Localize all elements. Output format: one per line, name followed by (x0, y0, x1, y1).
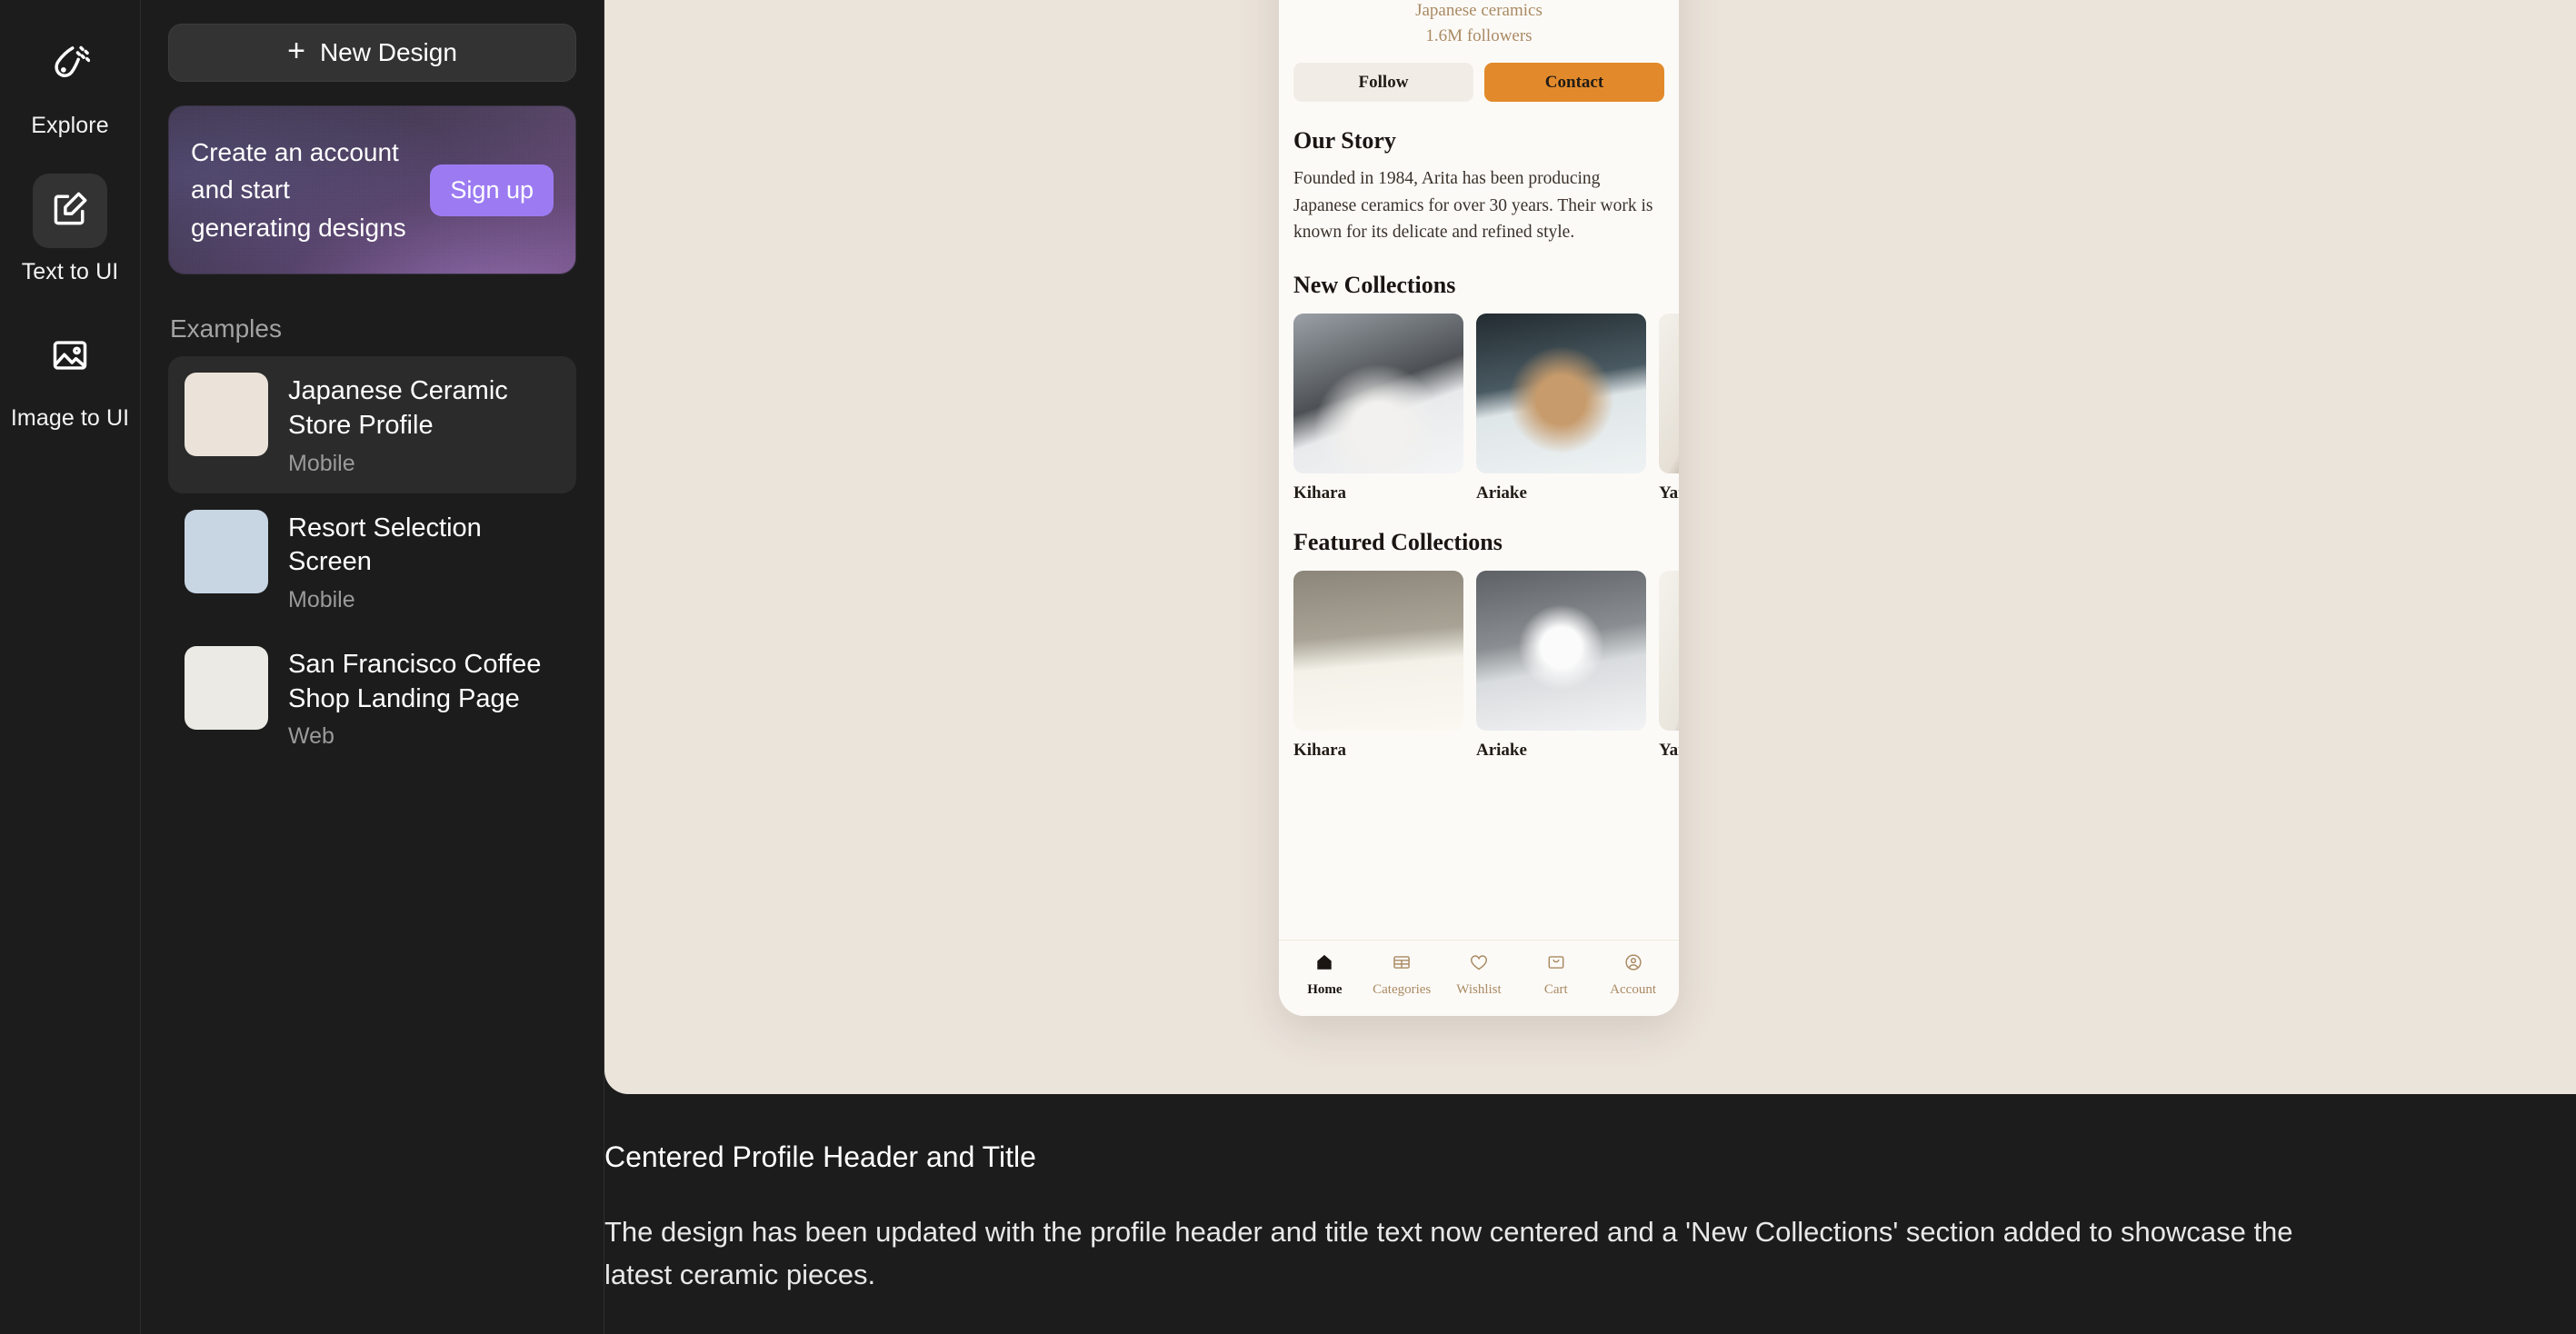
magic-wand-icon-box (33, 27, 107, 102)
example-thumbnail (185, 509, 268, 593)
user-circle-icon (1623, 952, 1643, 977)
nav-label-account: Account (1610, 982, 1656, 997)
rail-item-image-to-ui[interactable]: Image to UI (11, 320, 129, 432)
collection-image (1659, 570, 1679, 731)
example-platform: Mobile (288, 450, 355, 476)
main-area: Japanese ceramics 1.6M followers Follow … (604, 0, 2576, 1334)
collection-card[interactable]: Kihara (1293, 313, 1463, 503)
example-meta: Japanese Ceramic Store Profile Mobile (288, 373, 560, 476)
edit-square-icon (50, 189, 90, 234)
collection-card[interactable]: Yamanaka (1659, 313, 1679, 503)
new-design-button[interactable]: + New Design (168, 24, 576, 82)
magic-wand-icon (50, 43, 91, 87)
shopping-bag-icon (1546, 952, 1566, 977)
our-story-body: Founded in 1984, Arita has been producin… (1293, 169, 1653, 243)
example-thumbnail (185, 373, 268, 457)
mobile-preview-frame[interactable]: Japanese ceramics 1.6M followers Follow … (1279, 0, 1679, 1016)
rail-label-image-to-ui: Image to UI (10, 405, 130, 431)
example-title: San Francisco Coffee Shop Landing Page (288, 650, 542, 713)
home-icon (1314, 952, 1334, 977)
store-followers-count: 1.6M followers (1425, 25, 1533, 45)
featured-collections-heading: Featured Collections (1293, 528, 1503, 555)
caption-panel: Centered Profile Header and Title Aa Edi… (604, 1094, 2576, 1334)
new-collections-heading: New Collections (1293, 271, 1456, 298)
signup-promo-card[interactable]: Create an account and start generating d… (168, 105, 576, 275)
rail-item-explore[interactable]: Explore (20, 27, 120, 139)
caption-title: Centered Profile Header and Title (604, 1140, 1036, 1173)
contact-button[interactable]: Contact (1484, 63, 1664, 103)
examples-list: Japanese Ceramic Store Profile Mobile Re… (168, 356, 576, 766)
store-profile-actions: Follow Contact (1293, 63, 1664, 103)
design-canvas[interactable]: Japanese ceramics 1.6M followers Follow … (604, 0, 2576, 1094)
rail-label-text-to-ui: Text to UI (21, 259, 119, 284)
example-title: Japanese Ceramic Store Profile (288, 376, 508, 440)
collection-image (1476, 570, 1646, 731)
our-story-heading: Our Story (1293, 127, 1396, 154)
new-collections-row[interactable]: Kihara Ariake Yamanaka (1293, 313, 1679, 503)
featured-collections-row[interactable]: Kihara Ariake Yamanaka (1293, 570, 1679, 761)
rail-label-explore: Explore (31, 113, 109, 138)
collection-caption: Ariake (1476, 483, 1527, 503)
nav-label-cart: Cart (1543, 982, 1568, 997)
mobile-bottom-nav: Home Categories Wishlist Cart Account (1279, 940, 1679, 1016)
left-icon-rail: Explore Text to UI Image to UI (0, 0, 141, 1334)
nav-item-categories[interactable]: Categories (1363, 952, 1441, 998)
rail-item-text-to-ui[interactable]: Text to UI (20, 174, 120, 285)
follow-button[interactable]: Follow (1293, 63, 1473, 103)
example-platform: Web (288, 723, 334, 750)
collection-image (1659, 313, 1679, 473)
nav-item-home[interactable]: Home (1286, 952, 1363, 998)
collection-caption: Kihara (1293, 740, 1347, 760)
collection-caption: Ariake (1476, 740, 1527, 760)
grid-table-icon (1392, 952, 1412, 977)
new-design-label: New Design (319, 38, 457, 66)
examples-heading: Examples (170, 314, 282, 343)
collection-caption: Yamanaka (1659, 483, 1679, 503)
nav-label-wishlist: Wishlist (1456, 982, 1502, 997)
nav-item-cart[interactable]: Cart (1517, 952, 1594, 998)
example-item-san-francisco-coffee-shop-landing-page[interactable]: San Francisco Coffee Shop Landing Page W… (168, 630, 576, 766)
sign-up-button[interactable]: Sign up (430, 164, 554, 216)
example-thumbnail (185, 646, 268, 731)
signup-promo-text: Create an account and start generating d… (191, 138, 406, 242)
image-icon-box (33, 320, 107, 394)
example-title: Resort Selection Screen (288, 513, 482, 577)
collection-card[interactable]: Ariake (1476, 570, 1646, 761)
collection-image (1293, 313, 1463, 473)
mobile-preview-scroll[interactable]: Japanese ceramics 1.6M followers Follow … (1279, 0, 1679, 940)
image-icon (50, 335, 90, 380)
example-item-japanese-ceramic-store-profile[interactable]: Japanese Ceramic Store Profile Mobile (168, 356, 576, 493)
sidebar-panel: + New Design Create an account and start… (141, 0, 604, 1334)
example-platform: Mobile (288, 587, 355, 613)
edit-square-icon-box (33, 174, 107, 248)
collection-image (1476, 313, 1646, 473)
store-profile-header: Japanese ceramics 1.6M followers Follow … (1293, 0, 1664, 103)
nav-label-categories: Categories (1373, 982, 1432, 997)
collection-caption: Kihara (1293, 483, 1347, 503)
example-item-resort-selection-screen[interactable]: Resort Selection Screen Mobile (168, 493, 576, 630)
collection-caption: Yamanaka (1659, 740, 1679, 760)
collection-image (1293, 570, 1463, 731)
caption-header-row: Centered Profile Header and Title Aa Edi… (604, 1129, 2576, 1185)
nav-item-account[interactable]: Account (1594, 952, 1672, 998)
collection-card[interactable]: Yamanaka (1659, 570, 1679, 761)
heart-icon (1469, 952, 1489, 977)
collection-card[interactable]: Ariake (1476, 313, 1646, 503)
store-handle: Japanese ceramics (1415, 1, 1543, 20)
nav-label-home: Home (1307, 982, 1343, 997)
collection-card[interactable]: Kihara (1293, 570, 1463, 761)
caption-body: The design has been updated with the pro… (604, 1216, 2293, 1291)
plus-icon: + (287, 34, 305, 68)
nav-item-wishlist[interactable]: Wishlist (1441, 952, 1518, 998)
example-meta: San Francisco Coffee Shop Landing Page W… (288, 646, 560, 750)
example-meta: Resort Selection Screen Mobile (288, 510, 560, 613)
